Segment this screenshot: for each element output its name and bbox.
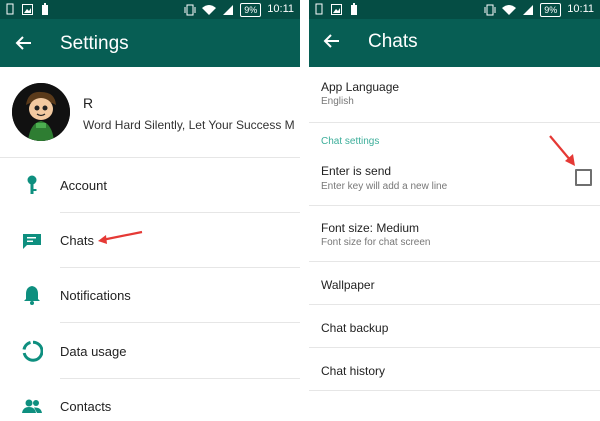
bell-icon: [24, 286, 40, 305]
app-language-value: English: [321, 96, 354, 107]
wallpaper-label: Wallpaper: [321, 278, 375, 292]
annotation-arrow-icon: [549, 135, 575, 166]
enter-is-send-checkbox[interactable]: [575, 169, 592, 186]
wifi-icon: [202, 4, 217, 15]
panel-gap: [300, 0, 309, 421]
clock: 10:11: [567, 3, 594, 15]
battery-charging-icon: [351, 3, 357, 15]
settings-item-label: Contacts: [60, 399, 112, 414]
back-arrow-icon[interactable]: [322, 31, 342, 51]
page-title: Chats: [368, 31, 418, 52]
settings-item-label: Chats: [60, 233, 94, 248]
wallpaper-row[interactable]: Wallpaper: [309, 262, 600, 305]
section-header: Chat settings: [321, 136, 380, 147]
chat-icon: [23, 234, 41, 249]
settings-item-data-usage[interactable]: Data usage: [0, 324, 300, 379]
signal-icon: [523, 4, 534, 15]
settings-item-contacts[interactable]: Contacts: [0, 379, 300, 421]
battery-indicator: 9%: [540, 2, 562, 17]
profile-row[interactable]: R Word Hard Silently, Let Your Success M…: [0, 67, 300, 158]
profile-status: Word Hard Silently, Let Your Success Mak…: [83, 118, 295, 132]
annotation-arrow-icon: [98, 230, 143, 244]
clock: 10:11: [267, 3, 294, 15]
vibrate-icon: [184, 4, 196, 15]
settings-item-notifications[interactable]: Notifications: [0, 268, 300, 323]
avatar-icon: [12, 83, 70, 141]
app-language-row[interactable]: App Language English: [309, 67, 600, 123]
sim-icon: [6, 3, 14, 15]
status-bar: 9% 10:11: [309, 0, 600, 19]
enter-is-send-title: Enter is send: [321, 164, 392, 178]
avatar[interactable]: [12, 83, 70, 141]
profile-name: R: [83, 95, 94, 111]
image-icon: [22, 3, 33, 15]
chat-history-row[interactable]: Chat history: [309, 348, 600, 391]
status-bar: 9% 10:11: [0, 0, 300, 19]
font-size-subtitle: Font size for chat screen: [321, 237, 431, 248]
back-arrow-icon[interactable]: [14, 33, 34, 53]
settings-item-chats[interactable]: Chats: [0, 213, 300, 268]
battery-charging-icon: [42, 3, 48, 15]
app-language-title: App Language: [321, 80, 400, 94]
settings-item-label: Account: [60, 178, 107, 193]
divider: [309, 390, 600, 391]
settings-item-label: Data usage: [60, 344, 127, 359]
font-size-title: Font size: Medium: [321, 221, 420, 235]
app-bar: Chats: [309, 19, 600, 67]
divider: [309, 122, 600, 123]
divider: [60, 322, 300, 323]
signal-icon: [223, 4, 234, 15]
chat-backup-row[interactable]: Chat backup: [309, 305, 600, 348]
settings-item-account[interactable]: Account: [0, 158, 300, 213]
sim-icon: [315, 3, 323, 15]
battery-indicator: 9%: [240, 2, 262, 17]
app-bar: Settings: [0, 19, 300, 67]
wifi-icon: [502, 4, 517, 15]
settings-item-label: Notifications: [60, 288, 131, 303]
enter-is-send-subtitle: Enter key will add a new line: [321, 181, 448, 192]
image-icon: [331, 3, 342, 15]
settings-screen: 9% 10:11 Settings R Word Hard Silently, …: [0, 0, 300, 421]
contacts-icon: [22, 399, 42, 413]
font-size-row[interactable]: Font size: Medium Font size for chat scr…: [309, 206, 600, 262]
vibrate-icon: [484, 4, 496, 15]
chat-backup-label: Chat backup: [321, 321, 389, 335]
data-usage-icon: [22, 340, 43, 362]
page-title: Settings: [60, 33, 129, 54]
chats-screen: 9% 10:11 Chats App Language English Chat…: [309, 0, 600, 421]
key-icon: [27, 175, 37, 194]
chat-history-label: Chat history: [321, 364, 386, 378]
